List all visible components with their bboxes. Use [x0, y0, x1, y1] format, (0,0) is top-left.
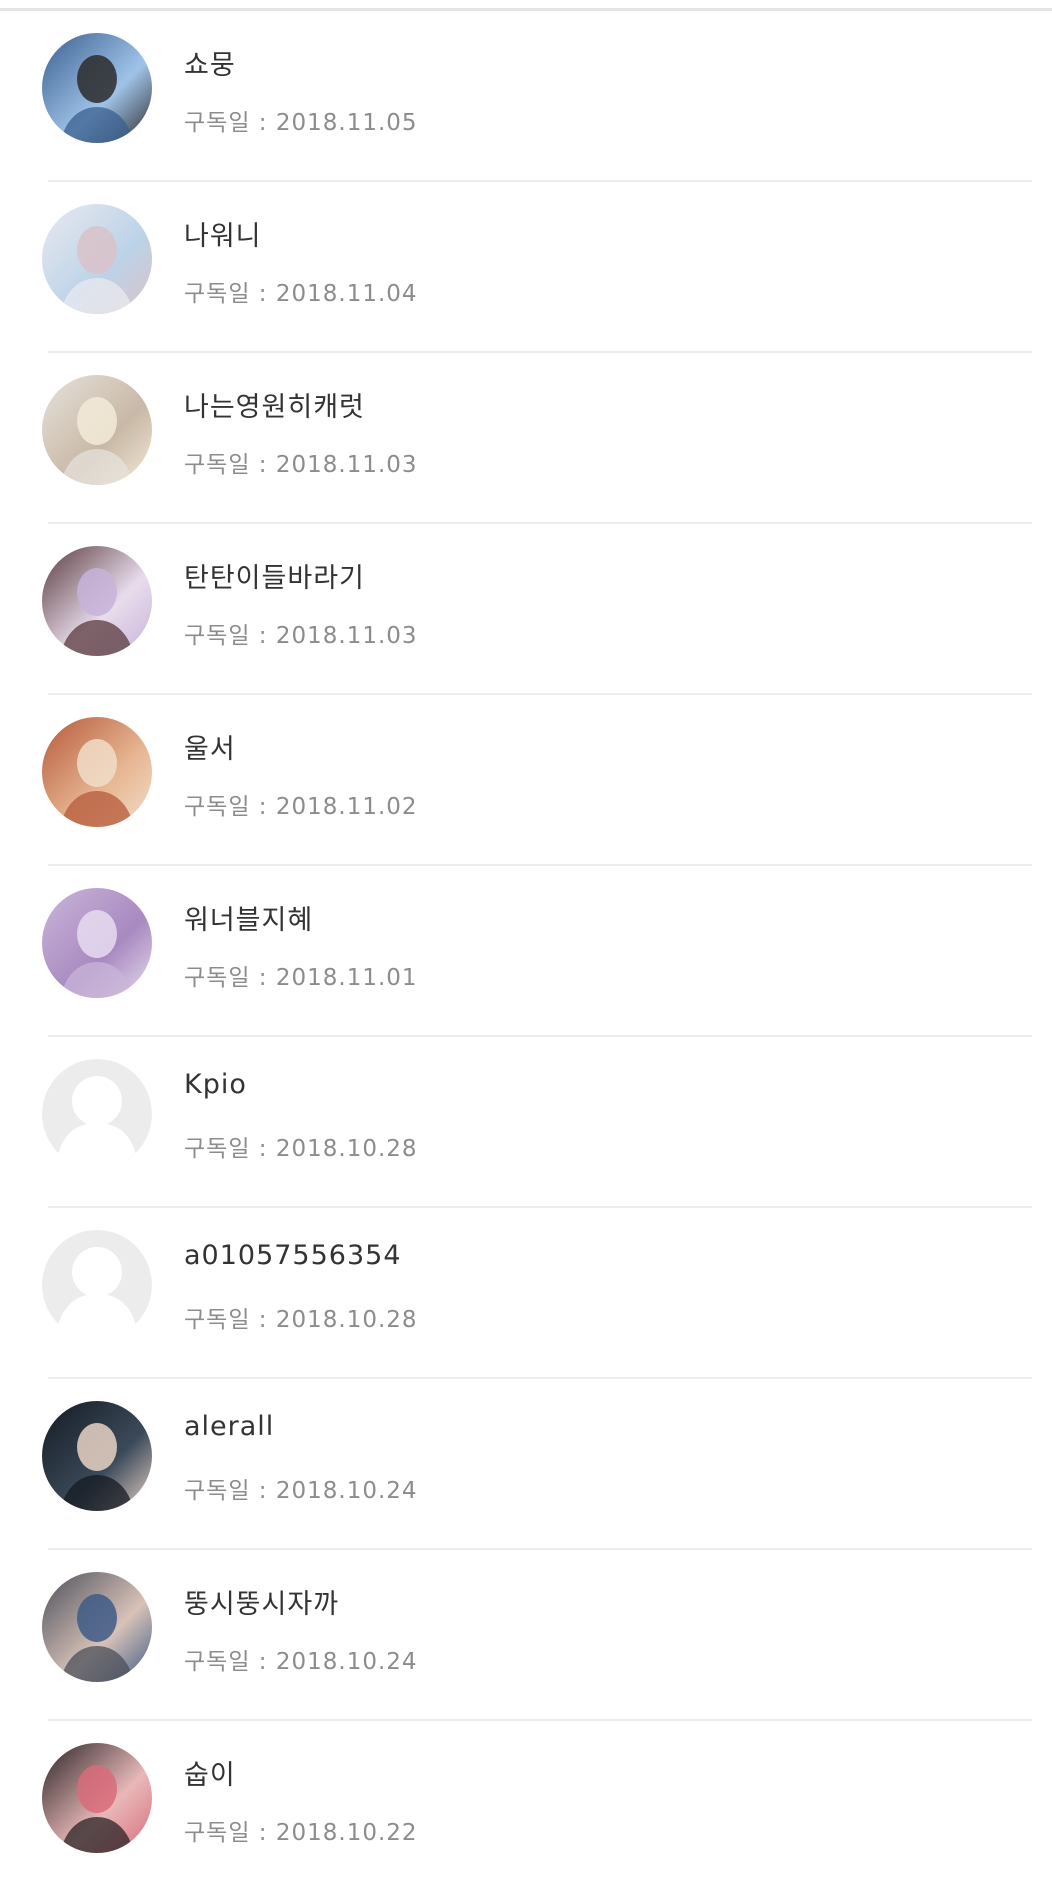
- subscribe-date: 구독일 : 2018.10.24: [184, 1471, 418, 1505]
- default-avatar-icon[interactable]: [42, 1230, 152, 1340]
- subscriber-row[interactable]: Kpio 구독일 : 2018.10.28: [42, 1037, 1032, 1208]
- subscribe-date-label: 구독일: [184, 110, 251, 136]
- subscriber-name[interactable]: 나는영원히캐럿: [184, 385, 365, 424]
- subscriber-name[interactable]: 워너블지혜: [184, 898, 313, 937]
- subscribe-date-label: 구독일: [184, 1649, 251, 1675]
- subscriber-name[interactable]: Kpio: [184, 1069, 247, 1100]
- subscriber-row[interactable]: alerall 구독일 : 2018.10.24: [42, 1379, 1032, 1550]
- subscribe-date-value: 2018.10.22: [275, 1820, 418, 1846]
- subscribe-date-label: 구독일: [184, 1820, 251, 1846]
- subscribe-date-label: 구독일: [184, 1136, 251, 1162]
- subscribe-date: 구독일 : 2018.10.22: [184, 1813, 418, 1847]
- default-avatar-icon[interactable]: [42, 1059, 152, 1169]
- subscribe-date-label: 구독일: [184, 1478, 251, 1504]
- date-separator: :: [250, 1649, 276, 1675]
- subscriber-name[interactable]: 탄탄이들바라기: [184, 556, 365, 595]
- subscribe-date-value: 2018.10.24: [275, 1649, 418, 1675]
- subscribe-date-value: 2018.11.05: [275, 110, 418, 136]
- subscribe-date: 구독일 : 2018.10.24: [184, 1642, 418, 1676]
- subscribe-date-label: 구독일: [184, 623, 251, 649]
- subscribe-date-label: 구독일: [184, 965, 251, 991]
- subscriber-name[interactable]: 울서: [184, 727, 236, 766]
- avatar[interactable]: [42, 375, 152, 485]
- subscribe-date: 구독일 : 2018.10.28: [184, 1129, 418, 1163]
- subscriber-name[interactable]: 쇼뭉: [184, 43, 236, 82]
- avatar[interactable]: [42, 33, 152, 143]
- date-separator: :: [250, 1820, 276, 1846]
- subscribe-date-label: 구독일: [184, 794, 251, 820]
- subscriber-name[interactable]: 숩이: [184, 1753, 236, 1792]
- avatar[interactable]: [42, 204, 152, 314]
- subscriber-row[interactable]: 나는영원히캐럿구독일 : 2018.11.03: [42, 353, 1032, 524]
- subscribe-date: 구독일 : 2018.10.28: [184, 1300, 418, 1334]
- subscriber-list: 쇼뭉 구독일 : 2018.11.05 나워니 구독일 : 2018.11.04 나는영…: [0, 11, 1052, 1892]
- subscribe-date-label: 구독일: [184, 452, 251, 478]
- avatar[interactable]: [42, 717, 152, 827]
- subscribe-date-value: 2018.10.28: [275, 1307, 418, 1333]
- avatar[interactable]: [42, 1401, 152, 1511]
- subscribe-date-label: 구독일: [184, 281, 251, 307]
- subscribe-date: 구독일 : 2018.11.01: [184, 958, 418, 992]
- subscribe-date: 구독일 : 2018.11.04: [184, 274, 418, 308]
- subscribe-date-value: 2018.11.03: [275, 452, 418, 478]
- subscribe-date: 구독일 : 2018.11.05: [184, 103, 418, 137]
- date-separator: :: [250, 281, 276, 307]
- subscriber-name[interactable]: 뚱시뚱시자까: [184, 1582, 339, 1621]
- subscriber-row[interactable]: 숩이구독일 : 2018.10.22: [42, 1721, 1032, 1892]
- date-separator: :: [250, 965, 276, 991]
- subscribe-date: 구독일 : 2018.11.02: [184, 787, 418, 821]
- date-separator: :: [250, 623, 276, 649]
- subscribe-date-value: 2018.11.02: [275, 794, 418, 820]
- subscribe-date-value: 2018.11.01: [275, 965, 418, 991]
- date-separator: :: [250, 1307, 276, 1333]
- subscriber-row[interactable]: 쇼뭉구독일 : 2018.11.05: [42, 11, 1032, 182]
- subscriber-name[interactable]: a01057556354: [184, 1240, 402, 1271]
- avatar[interactable]: [42, 1572, 152, 1682]
- subscribe-date-value: 2018.11.03: [275, 623, 418, 649]
- subscribe-date: 구독일 : 2018.11.03: [184, 616, 418, 650]
- subscriber-row[interactable]: 나워니구독일 : 2018.11.04: [42, 182, 1032, 353]
- avatar[interactable]: [42, 1743, 152, 1853]
- subscribe-date-value: 2018.11.04: [275, 281, 418, 307]
- avatar[interactable]: [42, 546, 152, 656]
- avatar[interactable]: [42, 888, 152, 998]
- subscriber-name[interactable]: 나워니: [184, 214, 262, 253]
- date-separator: :: [250, 110, 276, 136]
- subscribe-date-label: 구독일: [184, 1307, 251, 1333]
- date-separator: :: [250, 1478, 276, 1504]
- date-separator: :: [250, 794, 276, 820]
- date-separator: :: [250, 1136, 276, 1162]
- subscriber-name[interactable]: alerall: [184, 1411, 274, 1442]
- subscriber-row[interactable]: 탄탄이들바라기구독일 : 2018.11.03: [42, 524, 1032, 695]
- subscribe-date-value: 2018.10.28: [275, 1136, 418, 1162]
- date-separator: :: [250, 452, 276, 478]
- subscriber-row[interactable]: 울서구독일 : 2018.11.02: [42, 695, 1032, 866]
- subscriber-row[interactable]: a01057556354 구독일 : 2018.10.28: [42, 1208, 1032, 1379]
- subscribe-date: 구독일 : 2018.11.03: [184, 445, 418, 479]
- subscriber-row[interactable]: 뚱시뚱시자까구독일 : 2018.10.24: [42, 1550, 1032, 1721]
- subscribe-date-value: 2018.10.24: [275, 1478, 418, 1504]
- subscriber-row[interactable]: 워너블지혜구독일 : 2018.11.01: [42, 866, 1032, 1037]
